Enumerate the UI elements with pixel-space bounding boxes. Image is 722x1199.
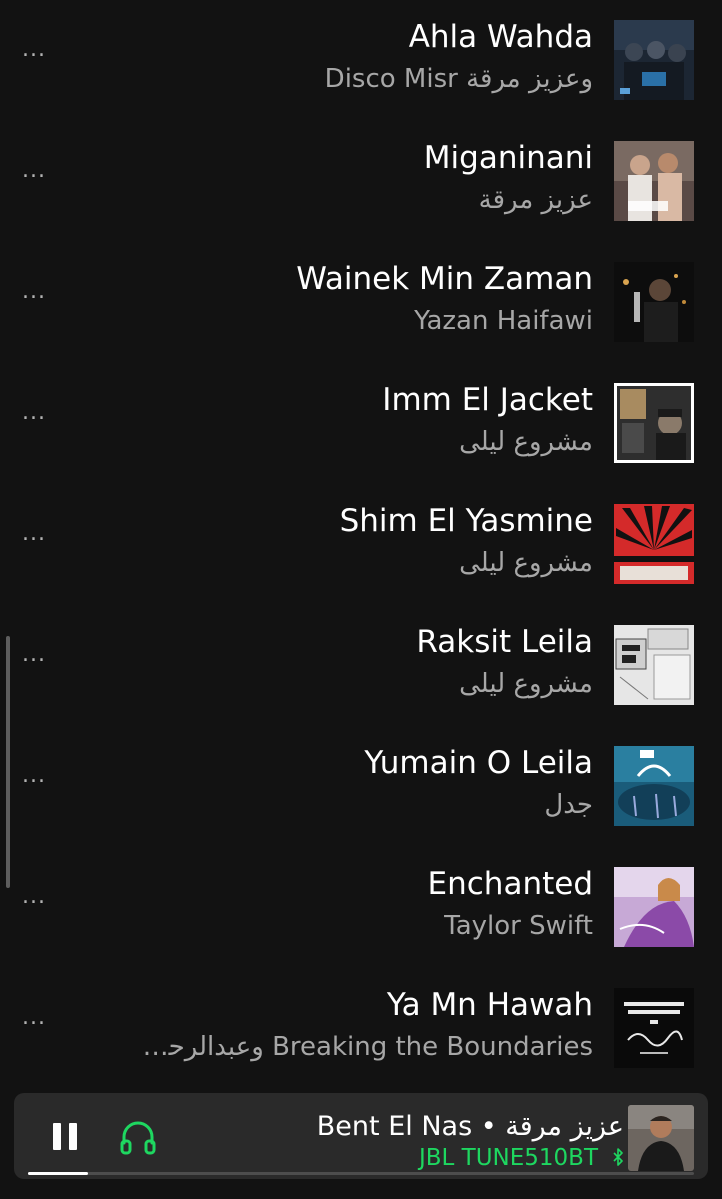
bluetooth-icon <box>610 1144 624 1174</box>
more-options-button[interactable]: ... <box>22 159 60 183</box>
track-title: Imm El Jacket <box>382 382 593 418</box>
track-title: Wainek Min Zaman <box>296 261 593 297</box>
now-playing-album-art[interactable] <box>628 1105 694 1171</box>
track-text: Wainek Min Zaman Yazan Haifawi <box>133 258 593 342</box>
more-options-button[interactable]: ... <box>22 280 60 304</box>
track-artist: Breaking the Boundaries وعبدالرحم... <box>133 1032 593 1062</box>
track-artist: مشروع ليلى <box>459 548 593 578</box>
track-row[interactable]: ... Wainek Min Zaman Yazan Haifawi <box>0 242 722 363</box>
album-art <box>614 262 694 342</box>
album-art <box>614 867 694 947</box>
track-text: Ya Mn Hawah Breaking the Boundaries وعبد… <box>133 984 593 1068</box>
album-art <box>614 20 694 100</box>
playback-progress-bar[interactable] <box>28 1172 694 1175</box>
track-artist: Yazan Haifawi <box>414 306 593 336</box>
device-name: JBL TUNE510BT <box>418 1145 598 1171</box>
album-art <box>614 988 694 1068</box>
track-title: Enchanted <box>427 866 593 902</box>
connected-device: JBL TUNE510BT <box>204 1143 624 1174</box>
track-artist: مشروع ليلى <box>459 669 593 699</box>
track-row[interactable]: ... Yumain O Leila جدل <box>0 726 722 847</box>
track-artist: وعزيز مرقة Disco Misr <box>324 64 593 94</box>
track-row[interactable]: ... Ahla Wahda وعزيز مرقة Disco Misr <box>0 0 722 121</box>
track-row[interactable]: ... Shim El Yasmine مشروع ليلى <box>0 484 722 605</box>
track-artist: Taylor Swift <box>444 911 593 941</box>
more-options-button[interactable]: ... <box>22 643 60 667</box>
track-text: Raksit Leila مشروع ليلى <box>133 621 593 705</box>
more-options-button[interactable]: ... <box>22 522 60 546</box>
now-playing-bar[interactable]: Bent El Nas • عزيز مرقة JBL TUNE510BT <box>14 1093 708 1179</box>
pause-icon[interactable] <box>50 1121 80 1151</box>
track-row[interactable]: ... Raksit Leila مشروع ليلى <box>0 605 722 726</box>
track-title: Ahla Wahda <box>408 19 593 55</box>
track-text: Shim El Yasmine مشروع ليلى <box>133 500 593 584</box>
track-row[interactable]: ... Ya Mn Hawah Breaking the Boundaries … <box>0 968 722 1089</box>
track-title: Miganinani <box>423 140 593 176</box>
track-text: Yumain O Leila جدل <box>133 742 593 826</box>
headphones-icon[interactable] <box>118 1117 158 1157</box>
now-playing-title: Bent El Nas • عزيز مرقة <box>316 1111 624 1142</box>
track-text: Ahla Wahda وعزيز مرقة Disco Misr <box>133 16 593 100</box>
track-row[interactable]: ... Miganinani عزيز مرقة <box>0 121 722 242</box>
more-options-button[interactable]: ... <box>22 764 60 788</box>
album-art <box>614 504 694 584</box>
album-art <box>614 625 694 705</box>
track-title: Yumain O Leila <box>364 745 593 781</box>
scroll-indicator[interactable] <box>6 636 10 888</box>
track-text: Imm El Jacket مشروع ليلى <box>133 379 593 463</box>
more-options-button[interactable]: ... <box>22 401 60 425</box>
track-artist: مشروع ليلى <box>459 427 593 457</box>
album-art <box>614 746 694 826</box>
more-options-button[interactable]: ... <box>22 1006 60 1030</box>
track-row[interactable]: ... Imm El Jacket مشروع ليلى <box>0 363 722 484</box>
track-title: Ya Mn Hawah <box>386 987 593 1023</box>
track-title: Shim El Yasmine <box>339 503 593 539</box>
playlist-screen: ... Ahla Wahda وعزيز مرقة Disco Misr ...… <box>0 0 722 1199</box>
now-playing-info[interactable]: Bent El Nas • عزيز مرقة JBL TUNE510BT <box>204 1111 624 1174</box>
album-art <box>614 141 694 221</box>
more-options-button[interactable]: ... <box>22 38 60 62</box>
playback-progress-fill <box>28 1172 88 1175</box>
more-options-button[interactable]: ... <box>22 885 60 909</box>
album-art <box>614 383 694 463</box>
track-row[interactable]: ... Enchanted Taylor Swift <box>0 847 722 968</box>
track-text: Enchanted Taylor Swift <box>133 863 593 947</box>
track-artist: جدل <box>544 790 593 820</box>
track-text: Miganinani عزيز مرقة <box>133 137 593 221</box>
track-artist: عزيز مرقة <box>478 185 593 215</box>
track-title: Raksit Leila <box>416 624 593 660</box>
